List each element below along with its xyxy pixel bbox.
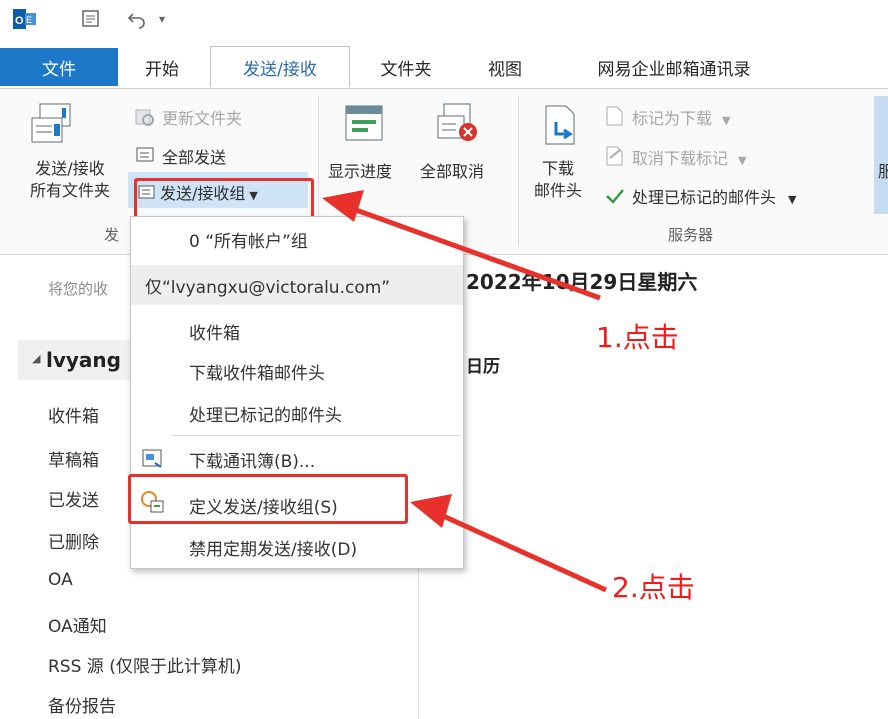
annotation-step1: 1.点击 [596,321,679,354]
annotation-step2: 2.点击 [612,571,695,604]
annotation-arrows [322,190,608,593]
